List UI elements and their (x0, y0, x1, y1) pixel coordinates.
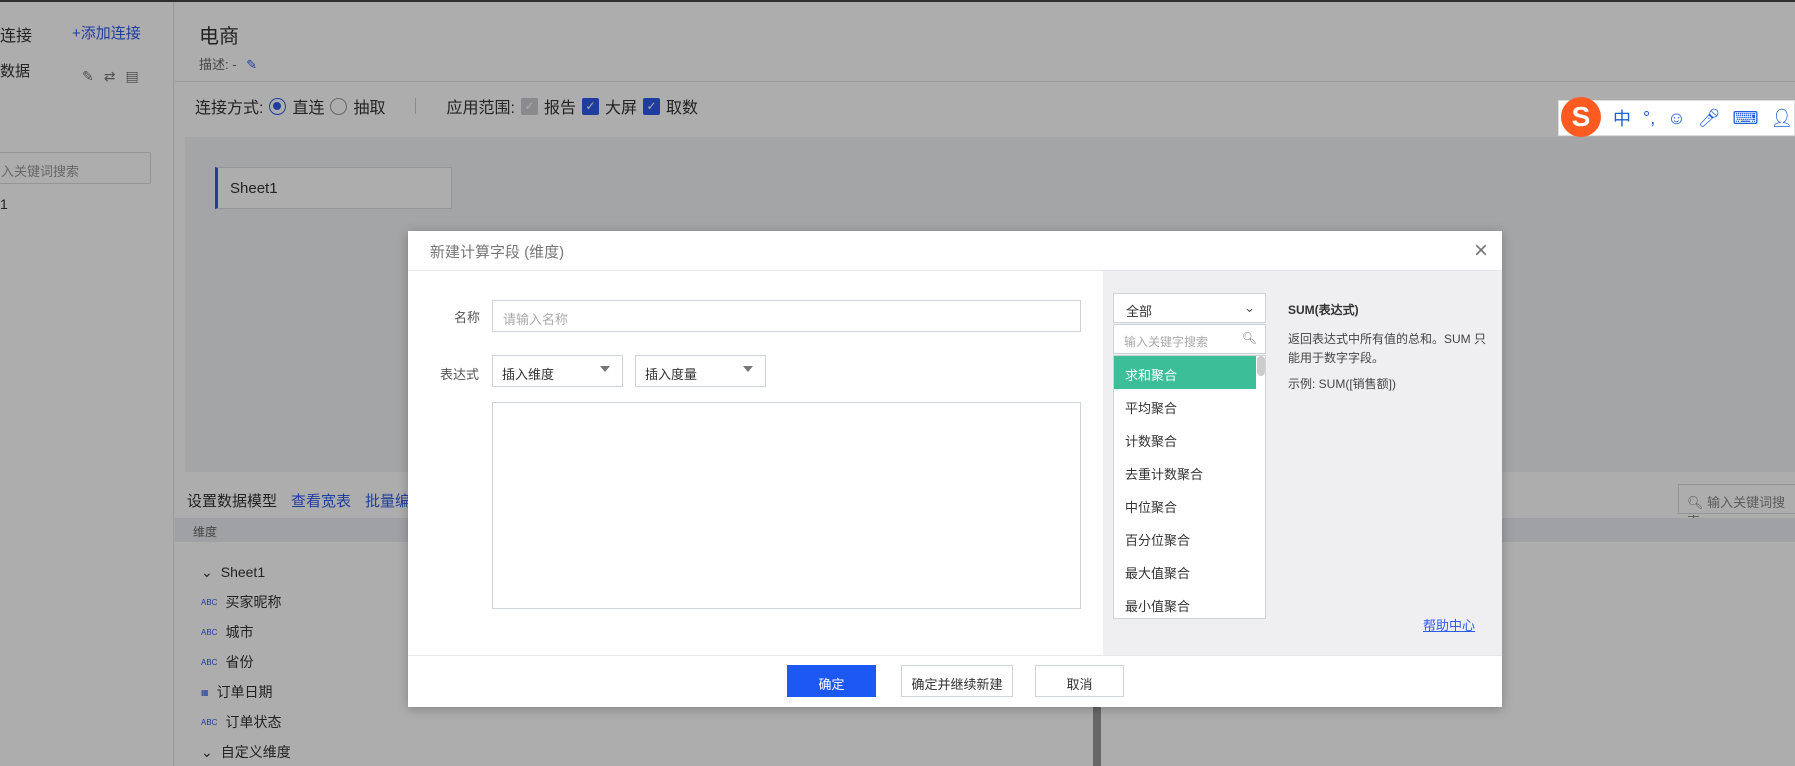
function-doc: SUM(表达式) 返回表达式中所有值的总和。SUM 只能用于数字字段。 示例: … (1288, 301, 1488, 394)
function-item[interactable]: 平均聚合 (1114, 389, 1265, 422)
search-icon: 🔍︎ (1241, 331, 1257, 345)
cancel-button[interactable]: 取消 (1035, 665, 1124, 697)
function-list: 求和聚合 平均聚合 计数聚合 去重计数聚合 中位聚合 百分位聚合 最大值聚合 最… (1113, 355, 1266, 619)
confirm-button[interactable]: 确定 (787, 665, 876, 697)
caret-down-icon (743, 366, 753, 372)
ime-toolbar: S 中 °, ☺ 🎤︎ ⌨ 👤︎ (1558, 97, 1795, 137)
insert-measure-label: 插入度量 (645, 367, 698, 382)
keyboard-icon[interactable]: ⌨ (1732, 108, 1758, 129)
function-item[interactable]: 最大值聚合 (1114, 554, 1265, 587)
scrollbar[interactable] (1257, 356, 1265, 376)
name-input[interactable]: 请输入名称 (492, 300, 1081, 332)
function-search-placeholder: 输入关键字搜索 (1124, 335, 1209, 349)
expression-editor[interactable] (492, 402, 1081, 609)
doc-body: 返回表达式中所有值的总和。SUM 只能用于数字字段。 (1288, 332, 1487, 365)
emoji-icon[interactable]: ☺ (1667, 108, 1685, 129)
sogou-logo[interactable]: S (1561, 97, 1601, 137)
function-item[interactable]: 求和聚合 (1114, 356, 1256, 389)
dialog-footer: 确定 确定并继续新建 取消 (408, 655, 1502, 707)
function-item[interactable]: 计数聚合 (1114, 422, 1265, 455)
new-calculated-field-dialog: 新建计算字段 (维度) × 名称 请输入名称 表达式 插入维度 插入度量 全部 … (408, 231, 1502, 707)
chevron-down-icon: ⌄ (1244, 300, 1255, 315)
category-select[interactable]: 全部 ⌄ (1113, 293, 1266, 323)
dialog-title: 新建计算字段 (维度) (408, 231, 1502, 271)
insert-dimension-dropdown[interactable]: 插入维度 (492, 355, 623, 387)
caret-down-icon (600, 366, 610, 372)
close-icon[interactable]: × (1474, 237, 1488, 265)
function-item[interactable]: 最小值聚合 (1114, 587, 1265, 618)
insert-dimension-label: 插入维度 (502, 367, 555, 382)
user-icon[interactable]: 👤︎ (1770, 108, 1793, 129)
function-item[interactable]: 百分位聚合 (1114, 521, 1265, 554)
name-label: 名称 (454, 310, 481, 325)
insert-measure-dropdown[interactable]: 插入度量 (635, 355, 766, 387)
expression-label: 表达式 (440, 367, 480, 382)
doc-title: SUM(表达式) (1288, 303, 1359, 317)
doc-example: 示例: SUM([销售额]) (1288, 377, 1396, 391)
function-panel: 全部 ⌄ 输入关键字搜索 🔍︎ 求和聚合 平均聚合 计数聚合 去重计数聚合 中位… (1103, 271, 1502, 655)
microphone-icon[interactable]: 🎤︎ (1698, 108, 1721, 129)
ime-language[interactable]: 中 (1613, 105, 1631, 131)
category-value: 全部 (1126, 304, 1153, 319)
punctuation-icon[interactable]: °, (1643, 108, 1655, 129)
help-center-link[interactable]: 帮助中心 (1423, 615, 1475, 634)
function-search-input[interactable]: 输入关键字搜索 🔍︎ (1113, 324, 1266, 354)
confirm-continue-button[interactable]: 确定并继续新建 (901, 665, 1013, 697)
function-item[interactable]: 中位聚合 (1114, 488, 1265, 521)
function-item[interactable]: 去重计数聚合 (1114, 455, 1265, 488)
